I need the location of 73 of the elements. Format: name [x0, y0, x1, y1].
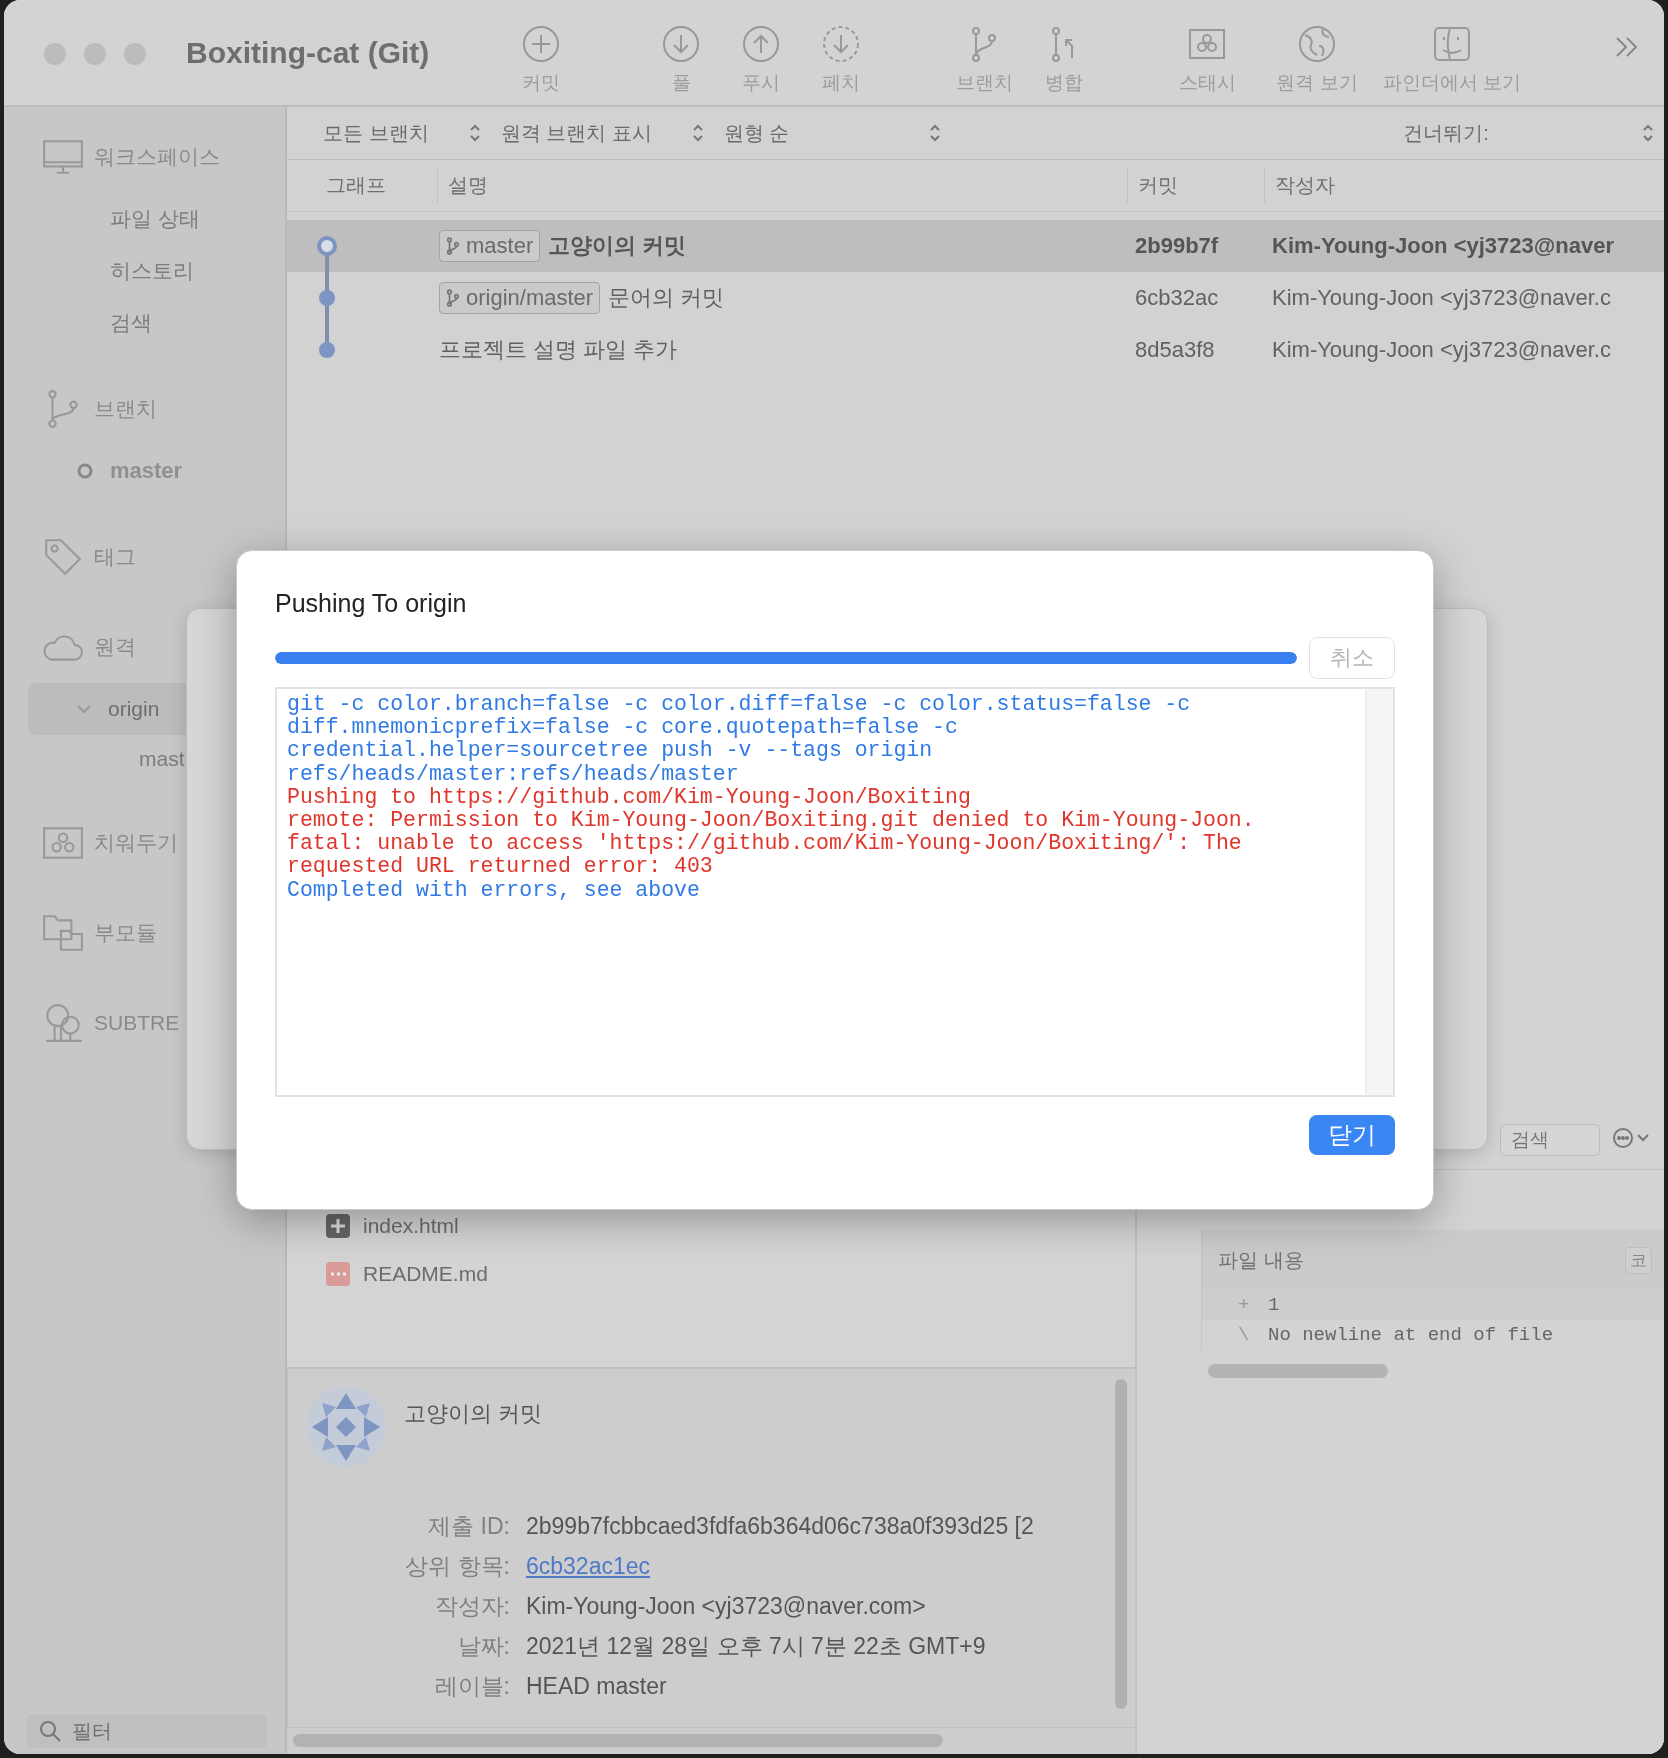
commit-row[interactable]: origin/master 문어의 커밋 6cb32ac Kim-Young-Joon <yj3723@naver.c: [287, 272, 1664, 324]
column-header[interactable]: 커밋: [1127, 168, 1264, 203]
scrollbar[interactable]: [293, 1734, 943, 1747]
close-button[interactable]: 닫기: [1309, 1115, 1395, 1155]
dropdown[interactable]: 원형 순: [717, 118, 948, 148]
field-value: HEAD master: [526, 1672, 667, 1700]
field-value: Kim-Young-Joon <yj3723@naver.com>: [526, 1592, 926, 1620]
dialog-title: Pushing To origin: [275, 589, 468, 619]
branch-icon: [446, 236, 460, 256]
filter-field[interactable]: 필터: [26, 1714, 267, 1748]
log-line: remote: Permission to Kim-Young-Joon/Boxiting.git denied to Kim-Young-Joon.: [287, 809, 1256, 833]
commit-description: 문어의 커밋: [608, 284, 725, 312]
field-label: 레이블:: [433, 1671, 510, 1701]
commit-row[interactable]: master 고양이의 커밋 2b99b7f Kim-Young-Joon <yj3723@naver: [287, 220, 1664, 272]
globe-icon: [1297, 24, 1337, 64]
file-row[interactable]: README.md: [287, 1250, 1135, 1298]
log-line: fatal: unable to access 'https://github.com/Kim-Young-Joon/Boxiting/': The requested URL returned error: 403: [287, 832, 1243, 879]
sidebar-item[interactable]: 파일 상태: [4, 193, 285, 245]
column-header[interactable]: 작성자: [1264, 168, 1664, 203]
up-down-chevron-icon[interactable]: [1642, 123, 1654, 143]
up-down-chevron-icon: [691, 123, 704, 143]
chevron-double-right-icon[interactable]: [1614, 36, 1640, 58]
dropdown[interactable]: 원격 브랜치 표시: [494, 118, 710, 148]
commit-hash: 8d5a3f8: [1134, 337, 1216, 363]
log-line: git -c color.branch=false -c color.diff=false -c color.status=false -c diff.mnemonicprefix=false -c core.quotepath=false -c credential.helper=sourcetree push -v --tags origin refs/heads/master:refs/heads/master: [287, 693, 1192, 786]
branch-tag: master: [439, 230, 541, 262]
branch-icon: [446, 288, 460, 308]
diff-line: \ No newline at end of file: [1237, 1323, 1555, 1348]
file-row[interactable]: index.html: [287, 1202, 1135, 1250]
field-value: 2021년 12월 28일 오후 7시 7분 22초 GMT+9: [526, 1631, 986, 1661]
plus-square-icon: [325, 1213, 351, 1239]
commit-row[interactable]: 프로젝트 설명 파일 추가 8d5a3f8 Kim-Young-Joon <yj3723@naver.c: [287, 324, 1664, 376]
field-value: 2b99b7fcbbcaed3fdfa6b364d06c738a0f393d25 [2: [526, 1512, 1034, 1540]
field-label: 작성자:: [433, 1591, 510, 1621]
plus-icon: [521, 24, 561, 64]
dots-square-icon: [325, 1261, 351, 1287]
scrollbar[interactable]: [1115, 1379, 1127, 1709]
column-header[interactable]: 설명: [437, 168, 1127, 203]
tag-icon: [42, 536, 84, 578]
scrollbar[interactable]: [1208, 1364, 1388, 1378]
commit-message: 고양이의 커밋: [404, 1400, 543, 1428]
log-line: Completed with errors, see above: [287, 878, 701, 902]
commit-author: Kim-Young-Joon <yj3723@naver.c: [1271, 337, 1612, 363]
parent-commit-link[interactable]: 6cb32ac1ec: [526, 1552, 651, 1580]
field-label: 제출 ID:: [427, 1511, 510, 1541]
commit-author: Kim-Young-Joon <yj3723@naver: [1271, 233, 1615, 259]
folders-icon: [42, 912, 84, 954]
field-label: 날짜:: [456, 1631, 510, 1661]
commit-description: 고양이의 커밋: [548, 232, 687, 260]
commit-hash: 6cb32ac: [1134, 285, 1220, 311]
diff-header: 파일 내용: [1218, 1247, 1304, 1273]
dropdown[interactable]: 모든 브랜치: [317, 118, 487, 148]
sidebar-item[interactable]: 히스토리: [4, 245, 285, 297]
branch-tag: origin/master: [439, 282, 601, 314]
avatar-icon: [306, 1387, 386, 1467]
more-icon: [1612, 1126, 1652, 1150]
up-down-chevron-icon: [929, 123, 942, 143]
sidebar-section[interactable]: 브랜치: [4, 379, 285, 439]
sidebar-item[interactable]: 검색: [4, 297, 285, 349]
search-field[interactable]: 검색: [1500, 1123, 1600, 1156]
sidebar-section[interactable]: 워크스페이스: [4, 127, 285, 187]
field-label: 상위 항목:: [404, 1551, 510, 1581]
log-line: Pushing to https://github.com/Kim-Young-Joon/Boxiting: [287, 785, 972, 809]
column-header[interactable]: 그래프: [287, 168, 437, 203]
commit-author: Kim-Young-Joon <yj3723@naver.c: [1271, 285, 1612, 311]
window-title: Boxiting-cat (Git): [186, 35, 431, 70]
header-button[interactable]: 코: [1625, 1246, 1652, 1274]
sidebar-section[interactable]: 태그: [4, 527, 285, 587]
commit-description: 프로젝트 설명 파일 추가: [439, 336, 678, 364]
up-down-chevron-icon: [468, 123, 481, 143]
search-icon: [38, 1719, 62, 1743]
jump-dropdown[interactable]: 건너뛰기:: [1397, 118, 1495, 148]
commit-hash: 2b99b7f: [1134, 233, 1220, 259]
